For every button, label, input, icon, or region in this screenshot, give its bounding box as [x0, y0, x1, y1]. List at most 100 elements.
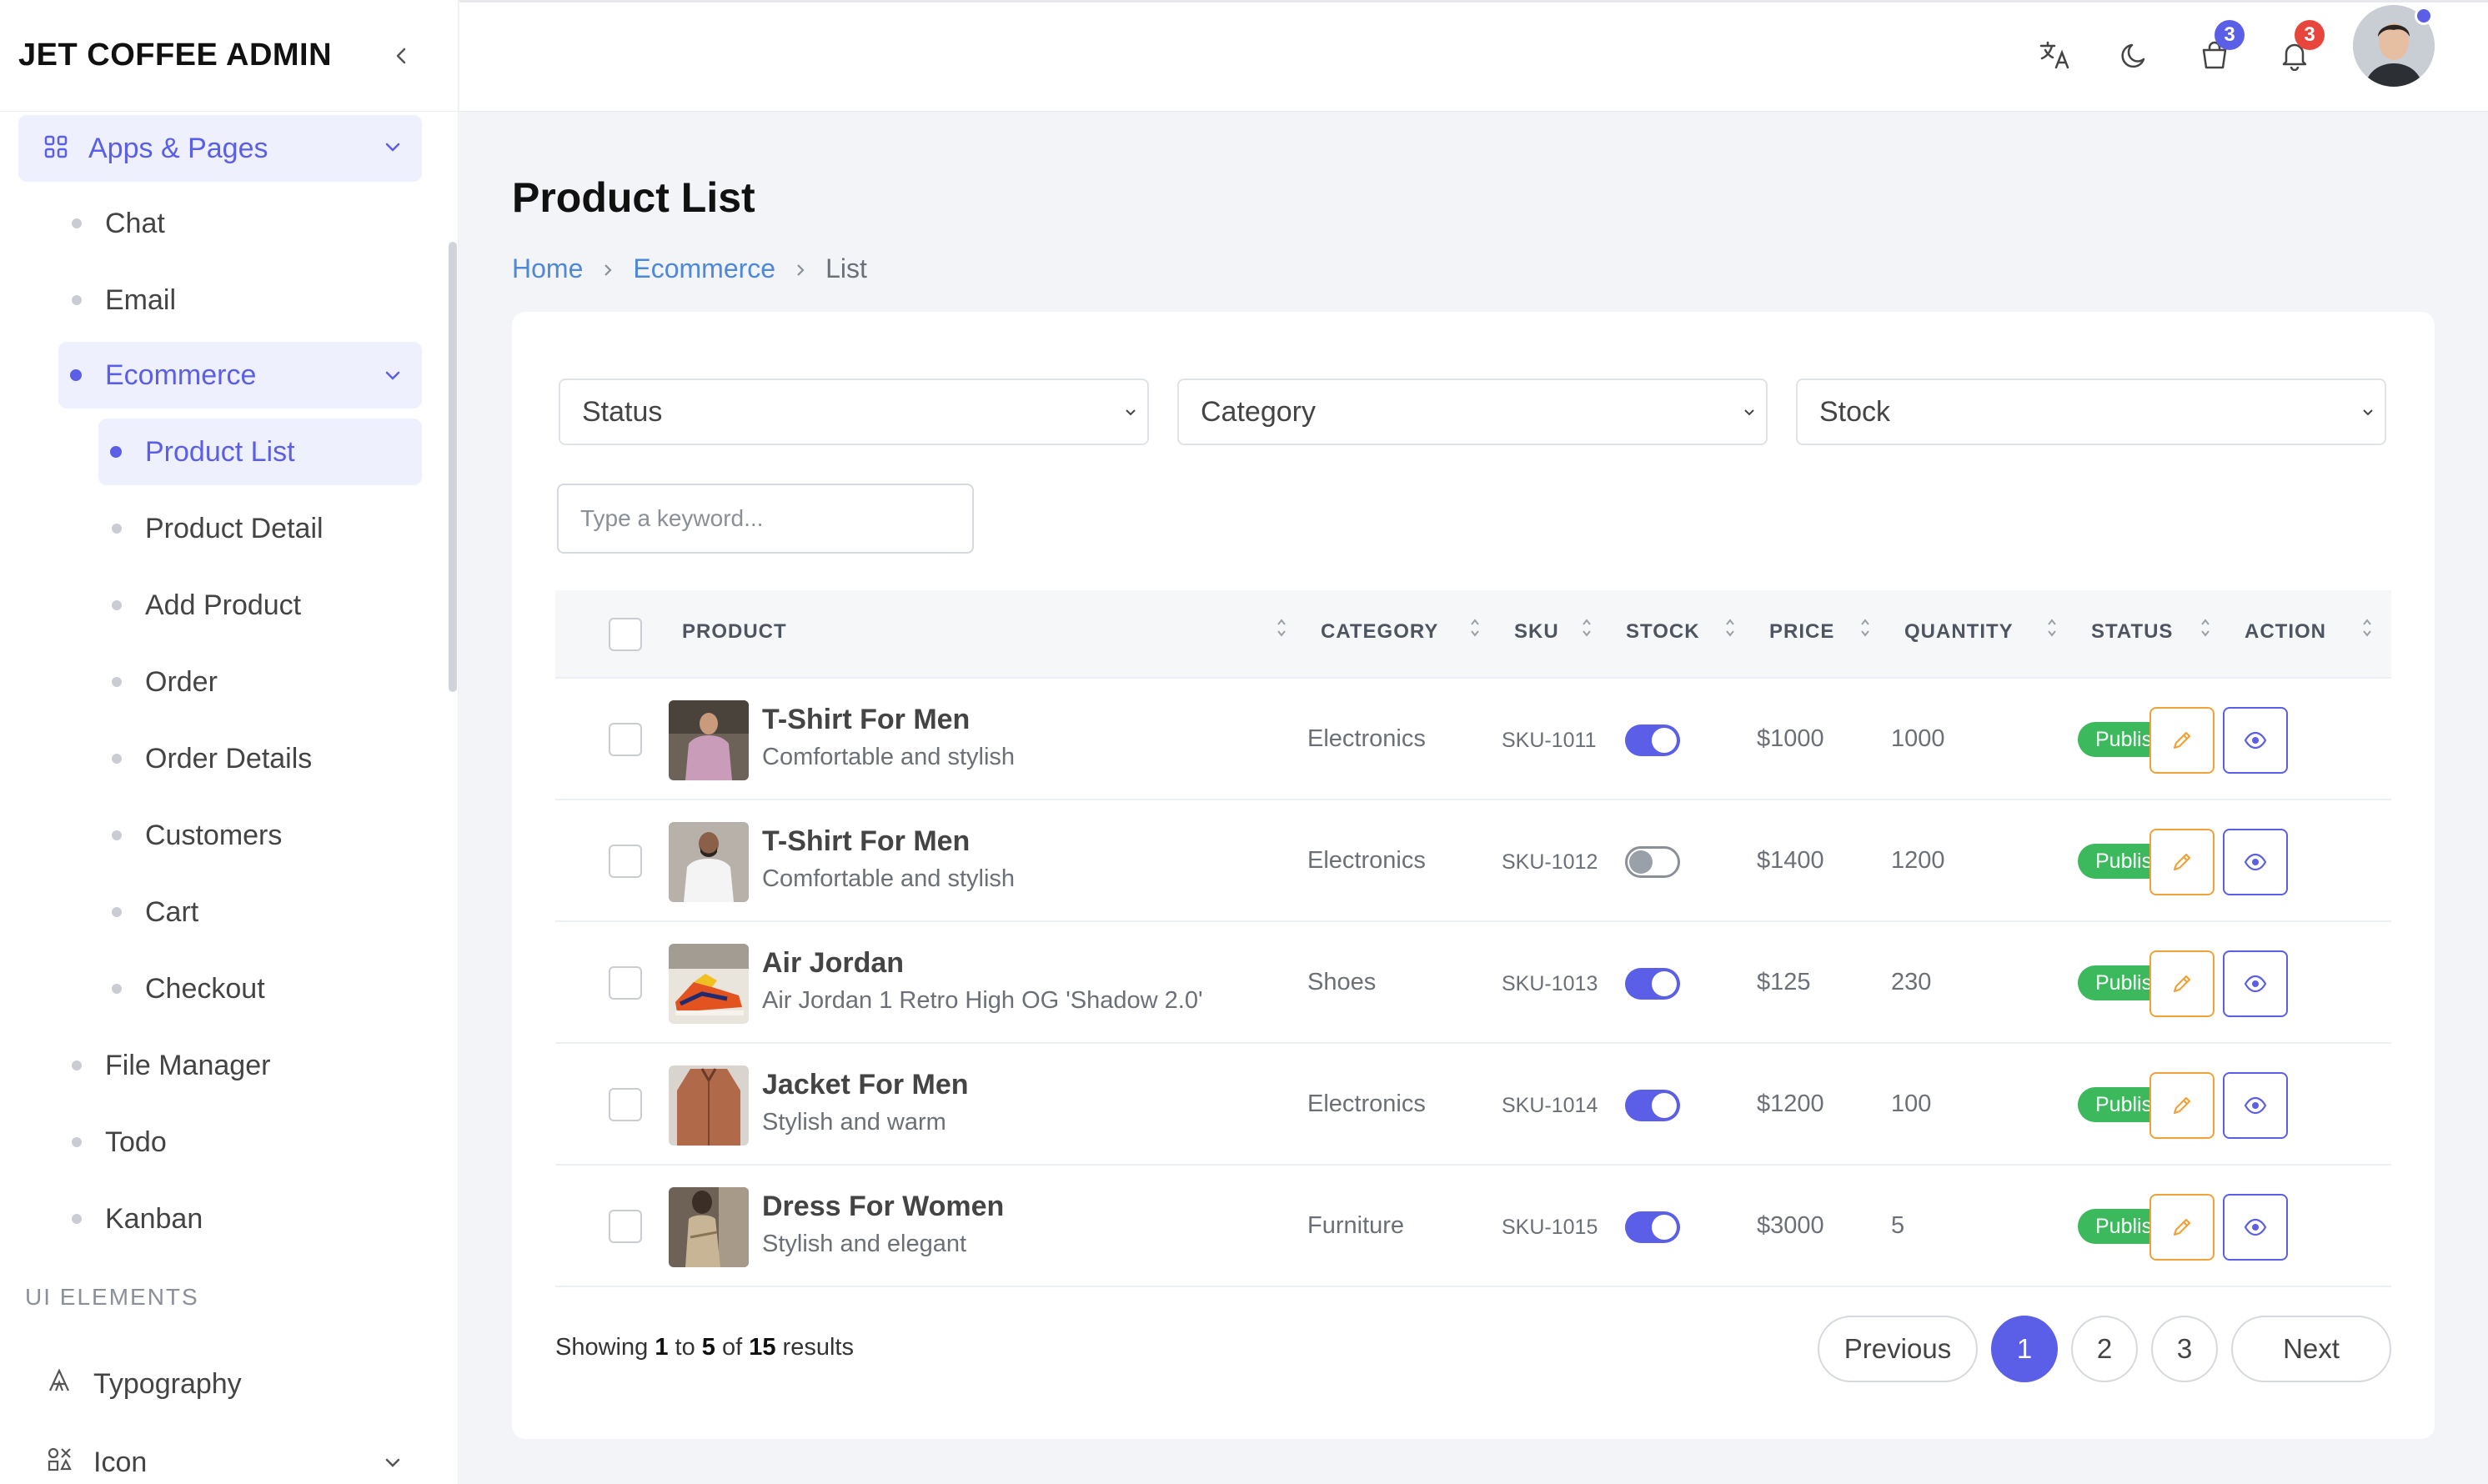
column-header-action[interactable]: ACTION — [2245, 620, 2326, 644]
sidebar-item-kanban[interactable]: Kanban — [72, 1186, 203, 1252]
sort-icon[interactable] — [1859, 615, 1871, 640]
stock-toggle[interactable] — [1625, 1090, 1680, 1121]
chevron-right-icon — [601, 253, 614, 284]
bell-icon[interactable]: 3 — [2270, 20, 2325, 80]
product-thumbnail — [669, 1065, 749, 1146]
view-button[interactable] — [2223, 707, 2288, 774]
status-filter-select[interactable]: Status — [559, 379, 1149, 445]
previous-page-button[interactable]: Previous — [1818, 1316, 1978, 1382]
sidebar-item-file-manager[interactable]: File Manager — [72, 1032, 270, 1099]
sidebar-item-add-product[interactable]: Add Product — [112, 572, 301, 639]
stock-toggle[interactable] — [1625, 846, 1680, 878]
view-button[interactable] — [2223, 829, 2288, 895]
stock-toggle[interactable] — [1625, 1211, 1680, 1243]
sort-icon[interactable] — [2200, 615, 2211, 640]
sort-icon[interactable] — [2046, 615, 2058, 640]
brand-header: JET COFFEE ADMIN — [0, 0, 458, 112]
moon-icon[interactable] — [2109, 30, 2159, 80]
column-header-product[interactable]: PRODUCT — [682, 620, 787, 644]
sidebar-item-cart[interactable]: Cart — [112, 879, 198, 945]
product-name[interactable]: T-Shirt For Men — [762, 825, 970, 858]
toggle-knob — [1652, 971, 1677, 996]
table-header: PRODUCT CATEGORY SKU STOCK PRICE QUANTIT… — [555, 590, 2391, 679]
sort-icon[interactable] — [1581, 615, 1593, 640]
chevron-down-icon — [384, 359, 402, 392]
translate-icon[interactable] — [2029, 30, 2079, 80]
product-name[interactable]: Jacket For Men — [762, 1069, 969, 1101]
column-header-price[interactable]: PRICE — [1769, 620, 1834, 644]
sidebar-item-ecommerce[interactable]: Ecommerce — [58, 342, 422, 409]
sort-icon[interactable] — [2361, 615, 2373, 640]
product-price: $125 — [1757, 969, 1811, 995]
sort-icon[interactable] — [1724, 615, 1736, 640]
sidebar-scrollbar[interactable] — [449, 242, 457, 692]
showing-from: 1 — [655, 1334, 669, 1361]
row-checkbox[interactable] — [609, 723, 642, 756]
sidebar-item-checkout[interactable]: Checkout — [112, 955, 265, 1022]
stock-toggle[interactable] — [1625, 968, 1680, 1000]
sidebar-item-email[interactable]: Email — [72, 267, 176, 333]
eye-icon — [2244, 1096, 2267, 1115]
sidebar-group-apps-pages[interactable]: Apps & Pages — [18, 115, 422, 182]
row-checkbox[interactable] — [609, 1088, 642, 1121]
product-thumbnail — [669, 944, 749, 1024]
sidebar-item-label: Kanban — [105, 1202, 203, 1235]
product-thumbnail — [669, 700, 749, 780]
edit-button[interactable] — [2149, 707, 2215, 774]
bullet-icon — [72, 218, 82, 228]
product-description: Air Jordan 1 Retro High OG 'Shadow 2.0' — [762, 987, 1203, 1014]
sort-icon[interactable] — [1276, 615, 1287, 640]
next-page-button[interactable]: Next — [2231, 1316, 2391, 1382]
bullet-icon — [112, 984, 122, 994]
bullet-icon — [112, 600, 122, 610]
cart-icon[interactable]: 3 — [2190, 20, 2245, 80]
search-input[interactable] — [557, 484, 974, 554]
sidebar-item-typography[interactable]: Typography — [47, 1351, 242, 1417]
column-header-stock[interactable]: STOCK — [1626, 620, 1700, 644]
sidebar-item-icon[interactable]: Icon — [47, 1429, 422, 1484]
sidebar-item-product-list[interactable]: Product List — [98, 419, 422, 485]
collapse-sidebar-icon[interactable] — [386, 41, 416, 71]
sidebar-item-chat[interactable]: Chat — [72, 190, 165, 257]
bullet-icon — [112, 907, 122, 917]
sidebar-item-todo[interactable]: Todo — [72, 1109, 167, 1176]
view-button[interactable] — [2223, 950, 2288, 1017]
sidebar-item-order-details[interactable]: Order Details — [112, 725, 312, 792]
showing-total: 15 — [749, 1334, 776, 1361]
eye-icon — [2244, 853, 2267, 871]
category-filter-select[interactable]: Category — [1177, 379, 1768, 445]
edit-button[interactable] — [2149, 1194, 2215, 1261]
product-quantity: 100 — [1891, 1090, 1932, 1117]
edit-button[interactable] — [2149, 950, 2215, 1017]
edit-button[interactable] — [2149, 829, 2215, 895]
column-header-category[interactable]: CATEGORY — [1321, 620, 1438, 644]
edit-button[interactable] — [2149, 1072, 2215, 1139]
stock-filter-select[interactable]: Stock — [1796, 379, 2386, 445]
sidebar-item-customers[interactable]: Customers — [112, 802, 282, 869]
product-quantity: 5 — [1891, 1212, 1905, 1239]
column-header-status[interactable]: STATUS — [2091, 620, 2173, 644]
breadcrumb-home[interactable]: Home — [512, 253, 583, 284]
product-name[interactable]: Dress For Women — [762, 1191, 1004, 1223]
product-price: $3000 — [1757, 1212, 1824, 1239]
row-checkbox[interactable] — [609, 966, 642, 1000]
view-button[interactable] — [2223, 1072, 2288, 1139]
column-header-sku[interactable]: SKU — [1514, 620, 1559, 644]
breadcrumb-ecommerce[interactable]: Ecommerce — [633, 253, 775, 284]
page-button-2[interactable]: 2 — [2071, 1316, 2138, 1382]
row-checkbox[interactable] — [609, 1210, 642, 1243]
view-button[interactable] — [2223, 1194, 2288, 1261]
sort-icon[interactable] — [1469, 615, 1481, 640]
select-all-checkbox[interactable] — [609, 618, 642, 651]
row-checkbox[interactable] — [609, 845, 642, 878]
page-button-3[interactable]: 3 — [2151, 1316, 2218, 1382]
page-button-1[interactable]: 1 — [1991, 1316, 2058, 1382]
product-name[interactable]: T-Shirt For Men — [762, 704, 970, 736]
sidebar-item-order[interactable]: Order — [112, 649, 218, 715]
stock-toggle[interactable] — [1625, 724, 1680, 756]
stock-filter-value: Stock — [1819, 395, 1891, 428]
sidebar-item-product-detail[interactable]: Product Detail — [112, 495, 324, 562]
sidebar-item-label: Order Details — [145, 742, 313, 775]
column-header-quantity[interactable]: QUANTITY — [1904, 620, 2014, 644]
product-name[interactable]: Air Jordan — [762, 947, 904, 980]
